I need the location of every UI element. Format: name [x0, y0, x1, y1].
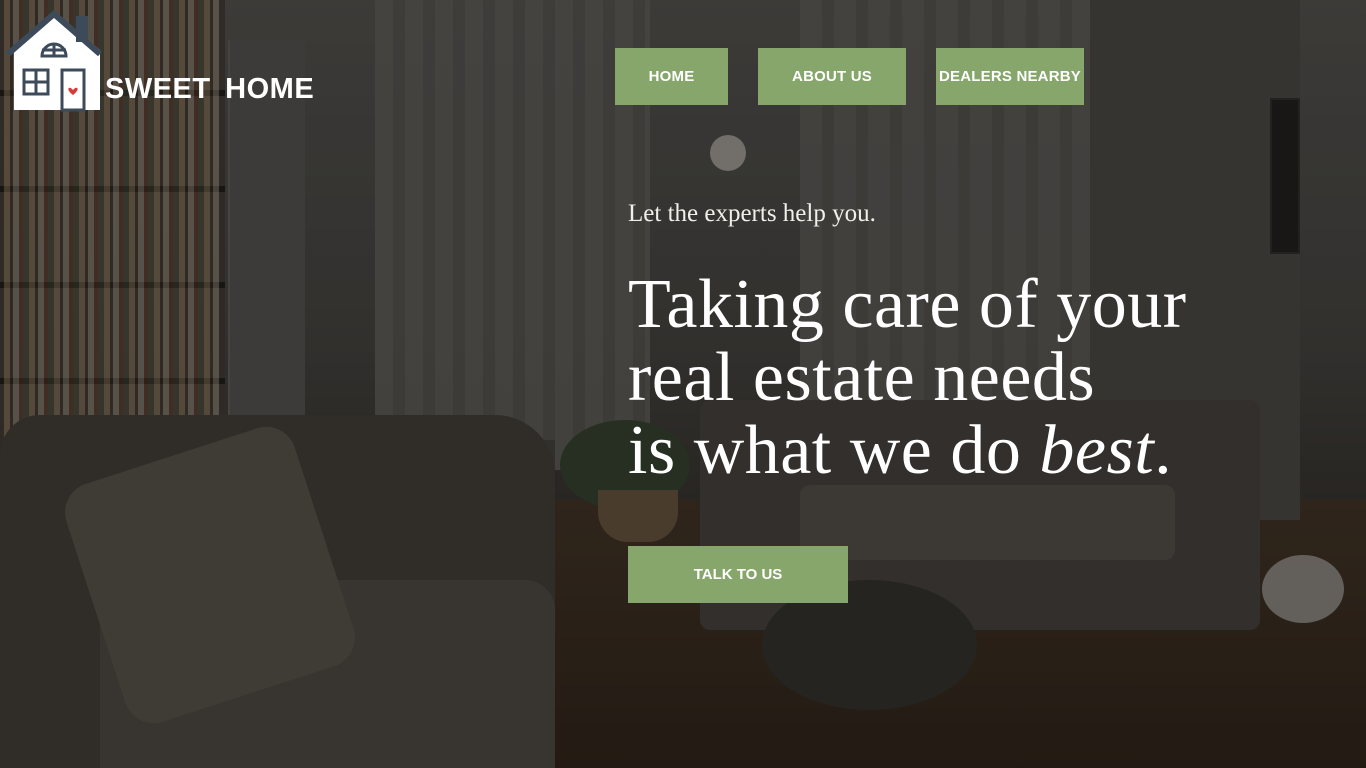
headline-emphasis: best: [1039, 412, 1155, 489]
hero-tagline: Let the experts help you.: [628, 200, 876, 227]
headline-line-3: is what we do best.: [628, 414, 1187, 487]
talk-to-us-button[interactable]: TALK TO US: [628, 546, 848, 603]
nav-dealers-nearby-button[interactable]: DEALERS NEARBY: [936, 48, 1084, 105]
main-nav: HOME ABOUT US DEALERS NEARBY: [0, 48, 1366, 105]
nav-home-button[interactable]: HOME: [615, 48, 728, 105]
headline-line-2: real estate needs: [628, 339, 1096, 416]
hero-headline: Taking care of your real estate needs is…: [628, 268, 1187, 487]
headline-line-3-prefix: is what we do: [628, 412, 1040, 489]
nav-about-us-button[interactable]: ABOUT US: [758, 48, 906, 105]
headline-line-3-suffix: .: [1154, 412, 1173, 489]
headline-line-1: Taking care of your: [628, 266, 1187, 343]
